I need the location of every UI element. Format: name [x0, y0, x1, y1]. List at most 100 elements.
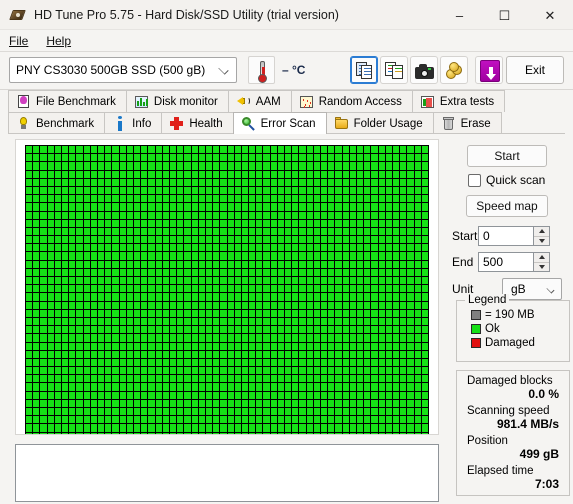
block-cell — [61, 244, 69, 252]
block-cell — [335, 236, 342, 244]
block-cell — [40, 178, 47, 186]
tab-extra-tests[interactable]: Extra tests — [411, 90, 506, 112]
start-button[interactable]: Start — [467, 145, 547, 167]
block-cell — [148, 170, 155, 178]
close-icon[interactable]: ✕ — [527, 0, 573, 30]
quick-scan-checkbox[interactable]: Quick scan — [468, 173, 545, 187]
block-cell — [393, 227, 400, 236]
chevron-down-icon — [546, 285, 555, 294]
end-stepper-up[interactable] — [534, 253, 549, 263]
block-cell — [141, 277, 148, 285]
block-cell — [76, 334, 83, 342]
magnifier-icon — [241, 116, 256, 131]
block-map[interactable] — [15, 139, 439, 435]
block-cell — [105, 367, 112, 375]
block-cell — [414, 227, 421, 236]
block-cell — [76, 326, 83, 334]
title-bar: HD Tune Pro 5.75 - Hard Disk/SSD Utility… — [0, 0, 573, 30]
end-stepper[interactable] — [533, 253, 549, 271]
copy-icon[interactable] — [350, 56, 378, 84]
block-cell — [328, 317, 335, 326]
camera-icon[interactable] — [410, 56, 438, 84]
block-cell — [285, 268, 292, 276]
block-cell — [292, 309, 299, 317]
block-cell — [76, 342, 83, 350]
exit-button[interactable]: Exit — [506, 56, 564, 84]
block-cell — [97, 367, 105, 375]
block-cell — [141, 408, 148, 416]
block-cell — [162, 186, 169, 195]
block-cell — [400, 203, 407, 211]
block-cell — [119, 432, 126, 434]
log-output[interactable] — [15, 444, 439, 502]
block-cell — [169, 334, 177, 342]
copy-color-icon[interactable] — [380, 56, 408, 84]
block-map-grid[interactable] — [25, 145, 429, 434]
end-input[interactable]: 500 — [478, 252, 550, 272]
tab-disk-monitor[interactable]: Disk monitor — [125, 90, 229, 112]
block-cell — [400, 260, 407, 268]
block-cell — [371, 342, 378, 350]
block-cell — [364, 211, 371, 219]
elapsed-time-label: Elapsed time — [467, 465, 534, 477]
block-cell — [335, 285, 342, 293]
block-cell — [249, 203, 256, 211]
block-cell — [285, 227, 292, 236]
menu-help[interactable]: Help — [37, 32, 80, 50]
tab-file-benchmark[interactable]: File Benchmark — [8, 90, 127, 112]
start-stepper-down[interactable] — [534, 236, 549, 245]
block-cell — [306, 186, 313, 195]
unit-select[interactable]: gB — [502, 278, 562, 300]
minimize-icon[interactable]: – — [437, 0, 482, 30]
block-cell — [277, 350, 285, 358]
tab-random-access[interactable]: Random Access — [290, 90, 413, 112]
block-cell — [371, 375, 378, 383]
maximize-icon[interactable]: ☐ — [482, 0, 527, 30]
download-icon[interactable] — [475, 56, 503, 84]
block-cell — [241, 244, 249, 252]
block-cell — [371, 326, 378, 334]
block-cell — [285, 375, 292, 383]
control-panel: Start Quick scan Speed map Start 0 End 5… — [448, 134, 573, 504]
block-cell — [400, 309, 407, 317]
tab-aam[interactable]: AAM — [227, 90, 292, 112]
coins-icon[interactable] — [440, 56, 468, 84]
block-cell — [47, 383, 54, 391]
tab-benchmark[interactable]: Benchmark — [8, 112, 106, 134]
legend-block-size: = 190 MB — [485, 309, 535, 321]
block-cell — [371, 350, 378, 358]
block-cell — [263, 195, 270, 203]
block-cell — [249, 399, 256, 407]
tab-erase[interactable]: Erase — [432, 112, 502, 134]
block-cell — [234, 219, 241, 227]
block-cell — [285, 170, 292, 178]
block-cell — [83, 317, 90, 326]
block-cell — [97, 203, 105, 211]
tab-health[interactable]: Health — [161, 112, 234, 134]
start-stepper-up[interactable] — [534, 227, 549, 237]
block-cell — [299, 432, 306, 434]
tab-error-scan[interactable]: Error Scan — [232, 112, 327, 134]
block-cell — [385, 416, 393, 424]
menu-file[interactable]: File — [0, 32, 37, 50]
start-input[interactable]: 0 — [478, 226, 550, 246]
block-cell — [191, 350, 198, 358]
tab-info[interactable]: Info — [104, 112, 163, 134]
block-cell — [126, 342, 133, 350]
block-cell — [90, 285, 97, 293]
block-cell — [299, 301, 306, 309]
block-cell — [148, 277, 155, 285]
block-cell — [148, 227, 155, 236]
block-cell — [83, 326, 90, 334]
start-stepper[interactable] — [533, 227, 549, 245]
block-cell — [220, 244, 227, 252]
block-cell — [97, 383, 105, 391]
speed-map-button[interactable]: Speed map — [466, 195, 548, 217]
block-cell — [349, 375, 357, 383]
end-stepper-down[interactable] — [534, 262, 549, 271]
block-cell — [378, 244, 385, 252]
block-cell — [241, 309, 249, 317]
block-cell — [133, 170, 141, 178]
tab-folder-usage[interactable]: Folder Usage — [325, 112, 434, 134]
drive-select[interactable]: PNY CS3030 500GB SSD (500 gB) — [9, 57, 237, 83]
